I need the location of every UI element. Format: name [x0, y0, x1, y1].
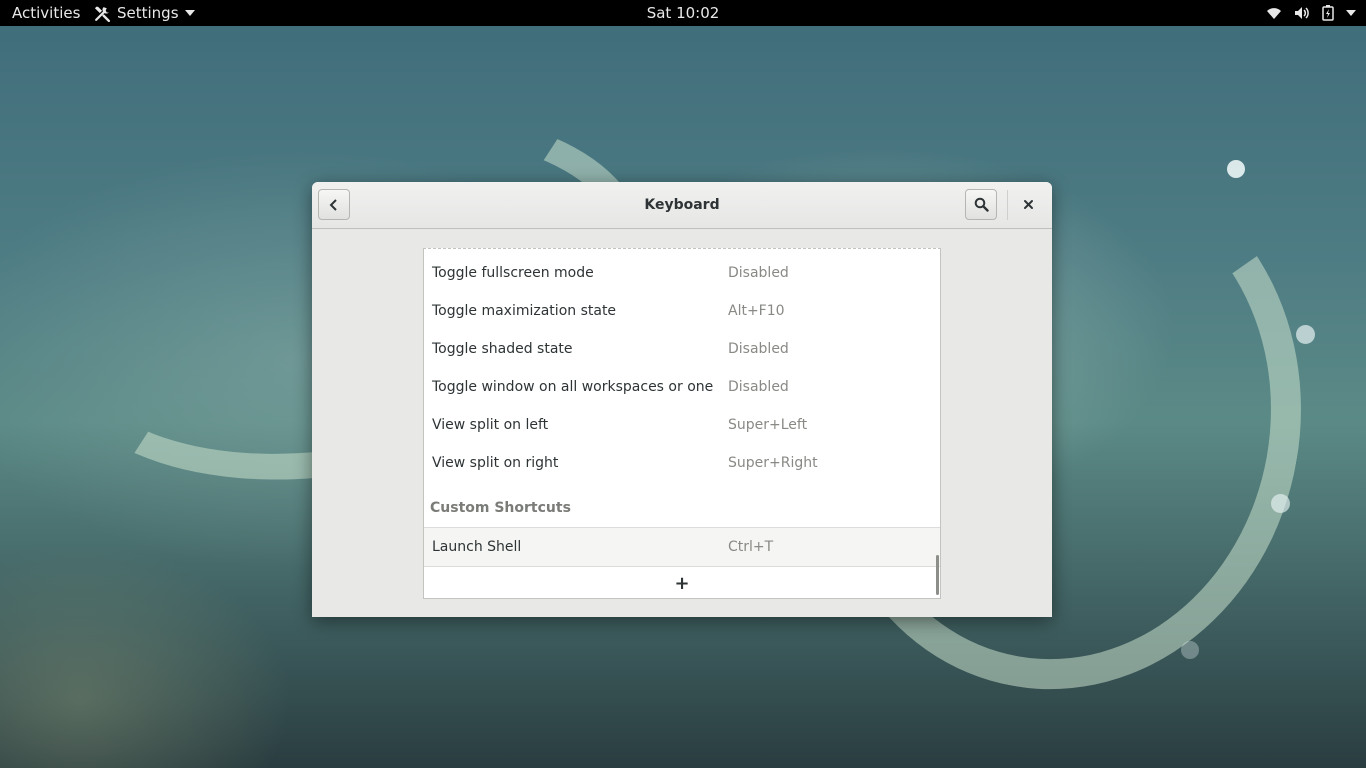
back-button[interactable]	[318, 189, 350, 220]
header-separator	[1007, 190, 1008, 220]
activities-button[interactable]: Activities	[12, 0, 80, 26]
wallpaper-dot	[1181, 641, 1199, 659]
window-title: Keyboard	[644, 197, 720, 213]
system-tray[interactable]	[1266, 0, 1356, 26]
shortcut-name: Toggle shaded state	[432, 341, 573, 357]
shortcut-name: View split on left	[432, 417, 549, 433]
shortcut-name: View split on right	[432, 455, 559, 471]
wallpaper-dot	[1296, 325, 1315, 344]
shortcut-accel: Alt+F10	[728, 303, 785, 319]
volume-icon	[1294, 6, 1310, 20]
clock-container: Sat 10:02	[0, 0, 1366, 26]
system-menu-arrow-icon	[1346, 10, 1356, 16]
settings-tools-icon	[94, 5, 111, 22]
header-bar: Keyboard	[312, 182, 1052, 229]
shortcut-row[interactable]: Toggle maximization state Alt+F10	[424, 292, 940, 330]
shortcut-row[interactable]: View split on left Super+Left	[424, 406, 940, 444]
window-close-icon	[1023, 199, 1034, 210]
shortcut-name: Launch Shell	[432, 539, 522, 555]
top-bar: Activities Settings Sat 10:02	[0, 0, 1366, 26]
wallpaper-dot	[1227, 160, 1245, 178]
go-previous-icon	[328, 198, 340, 212]
clock-button[interactable]: Sat 10:02	[647, 4, 720, 22]
shortcut-row[interactable]: View split on right Super+Right	[424, 444, 940, 482]
wallpaper-dot	[1271, 494, 1290, 513]
close-button[interactable]	[1012, 189, 1044, 220]
shortcut-row[interactable]: Toggle window on all workspaces or one D…	[424, 368, 940, 406]
battery-icon	[1322, 5, 1334, 21]
shortcut-accel: Disabled	[728, 379, 789, 395]
add-icon: +	[674, 572, 690, 594]
add-shortcut-button[interactable]: +	[424, 567, 940, 598]
keyboard-settings-window: Keyboard Toggle fullscreen mode Disabled	[312, 182, 1052, 617]
shortcut-row[interactable]: Toggle shaded state Disabled	[424, 330, 940, 368]
shortcut-accel: Disabled	[728, 341, 789, 357]
shortcut-accel: Super+Left	[728, 417, 808, 433]
wifi-icon	[1266, 6, 1282, 20]
shortcut-name: Toggle maximization state	[432, 303, 617, 319]
shortcut-name: Toggle fullscreen mode	[432, 265, 594, 281]
shortcut-name: Toggle window on all workspaces or one	[432, 379, 714, 395]
search-icon	[974, 197, 989, 212]
custom-shortcut-row[interactable]: Launch Shell Ctrl+T	[424, 527, 940, 567]
shortcut-accel: Disabled	[728, 265, 789, 281]
shortcut-accel: Ctrl+T	[728, 539, 774, 555]
app-menu-button[interactable]: Settings	[94, 0, 195, 26]
chevron-down-icon	[184, 10, 195, 16]
shortcuts-list: Toggle fullscreen mode Disabled Toggle m…	[423, 248, 941, 599]
shortcut-accel: Super+Right	[728, 455, 818, 471]
search-button[interactable]	[965, 189, 997, 220]
scrollbar[interactable]	[936, 555, 939, 595]
custom-shortcuts-header: Custom Shortcuts	[430, 500, 571, 516]
app-menu-label: Settings	[117, 4, 179, 22]
shortcut-row[interactable]: Toggle fullscreen mode Disabled	[424, 254, 940, 292]
